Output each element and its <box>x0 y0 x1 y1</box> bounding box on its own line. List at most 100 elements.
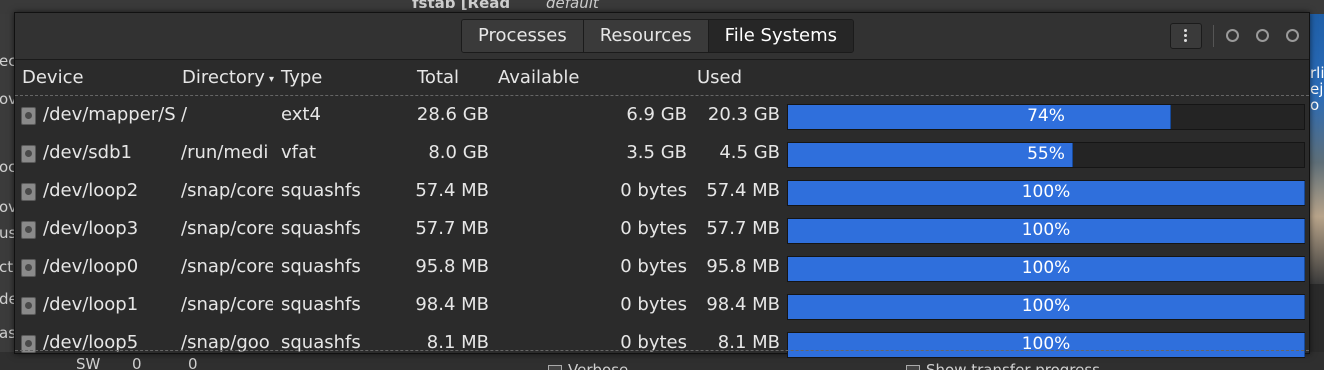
tab-file-systems[interactable]: File Systems <box>708 20 854 52</box>
background-text-fragment: us <box>0 224 15 242</box>
type-cell: squashfs <box>281 180 361 201</box>
menu-dot-icon <box>1184 29 1187 32</box>
drive-icon <box>21 259 36 277</box>
close-icon[interactable] <box>1286 29 1299 42</box>
background-text-fragment: de <box>0 290 15 308</box>
directory-cell: /snap/core <box>181 180 273 201</box>
column-header-directory[interactable]: Directory <box>182 67 265 88</box>
directory-cell: /snap/core <box>181 256 273 277</box>
drive-icon <box>21 297 36 315</box>
usage-percent-label: 100% <box>1021 296 1071 316</box>
list-bottom-divider <box>15 350 1309 351</box>
maximize-icon[interactable] <box>1256 29 1269 42</box>
drive-icon <box>21 183 36 201</box>
usage-percent-label: 74% <box>1027 106 1065 126</box>
sort-indicator-icon: ▾ <box>269 74 275 85</box>
type-cell: ext4 <box>281 104 321 125</box>
background-text-fragment: ov <box>0 90 15 108</box>
column-header-type[interactable]: Type <box>281 67 322 88</box>
used-cell: 4.5 GB <box>719 142 780 163</box>
menu-dot-icon <box>1184 39 1187 42</box>
background-text-fragment: oc <box>0 158 15 176</box>
directory-cell: /snap/core <box>181 218 273 239</box>
drive-icon <box>21 145 36 163</box>
total-cell: 98.4 MB <box>415 294 489 315</box>
type-cell: vfat <box>281 142 317 163</box>
used-cell: 20.3 GB <box>707 104 780 125</box>
available-cell: 0 bytes <box>620 180 687 201</box>
usage-bar: 100% <box>787 256 1305 282</box>
table-row[interactable]: /dev/sdb1 /run/medi vfat 8.0 GB 3.5 GB 4… <box>15 135 1309 173</box>
available-cell: 6.9 GB <box>626 104 687 125</box>
column-header-total[interactable]: Total <box>417 67 459 88</box>
usage-percent-label: 100% <box>1021 334 1071 354</box>
device-cell: /dev/sdb1 <box>43 142 132 163</box>
background-right-window: rli eja o <box>1309 14 1324 284</box>
usage-percent-label: 100% <box>1021 220 1071 240</box>
tab-processes[interactable]: Processes <box>462 20 584 52</box>
system-monitor-window: Processes Resources File Systems Device … <box>14 12 1310 358</box>
usage-bar: 74% <box>787 104 1305 130</box>
usage-percent-label: 55% <box>1027 144 1065 164</box>
menu-button[interactable] <box>1170 23 1202 49</box>
view-switcher: Processes Resources File Systems <box>461 19 855 53</box>
used-cell: 57.4 MB <box>706 180 780 201</box>
directory-cell: /snap/core <box>181 294 273 315</box>
minimize-icon[interactable] <box>1226 29 1239 42</box>
column-header-used[interactable]: Used <box>697 67 742 88</box>
type-cell: squashfs <box>281 218 361 239</box>
available-cell: 3.5 GB <box>626 142 687 163</box>
table-row[interactable]: /dev/loop3 /snap/core squashfs 57.7 MB 0… <box>15 211 1309 249</box>
background-text-fragment: o <box>1310 96 1320 114</box>
background-text-fragment: ct <box>0 258 14 276</box>
table-row[interactable]: /dev/mapper/S / ext4 28.6 GB 6.9 GB 20.3… <box>15 97 1309 135</box>
available-cell: 0 bytes <box>620 294 687 315</box>
usage-bar: 100% <box>787 218 1305 244</box>
total-cell: 57.7 MB <box>415 218 489 239</box>
used-cell: 57.7 MB <box>706 218 780 239</box>
header-divider <box>15 95 1309 96</box>
table-header: Device Directory ▾ Type Total Available … <box>15 60 1309 94</box>
total-cell: 8.0 GB <box>428 142 489 163</box>
usage-bar: 100% <box>787 294 1305 320</box>
header-bar: Processes Resources File Systems <box>15 13 1309 60</box>
drive-icon <box>21 221 36 239</box>
type-cell: squashfs <box>281 256 361 277</box>
background-left-window: ec ov oc ov us ct de as <box>0 14 15 370</box>
usage-bar: 100% <box>787 332 1305 358</box>
file-system-list: /dev/mapper/S / ext4 28.6 GB 6.9 GB 20.3… <box>15 97 1309 363</box>
device-cell: /dev/loop0 <box>43 256 139 277</box>
drive-icon <box>21 107 36 125</box>
show-progress-checkbox[interactable] <box>906 365 920 370</box>
used-cell: 98.4 MB <box>706 294 780 315</box>
header-separator <box>1213 25 1214 47</box>
device-cell: /dev/loop2 <box>43 180 139 201</box>
directory-cell: /run/medi <box>181 142 269 163</box>
table-row[interactable]: /dev/loop2 /snap/core squashfs 57.4 MB 0… <box>15 173 1309 211</box>
device-cell: /dev/loop3 <box>43 218 139 239</box>
tab-resources[interactable]: Resources <box>583 20 709 52</box>
usage-percent-label: 100% <box>1021 182 1071 202</box>
background-text-fragment: ov <box>0 198 15 216</box>
column-header-available[interactable]: Available <box>498 67 579 88</box>
table-row[interactable]: /dev/loop5 /snap/goo squashfs 8.1 MB 0 b… <box>15 325 1309 363</box>
total-cell: 95.8 MB <box>415 256 489 277</box>
table-row[interactable]: /dev/loop1 /snap/core squashfs 98.4 MB 0… <box>15 287 1309 325</box>
usage-bar: 55% <box>787 142 1305 168</box>
total-cell: 57.4 MB <box>415 180 489 201</box>
usage-bar: 100% <box>787 180 1305 206</box>
device-cell: /dev/loop1 <box>43 294 139 315</box>
background-window-title: fstab [Read <box>412 0 511 12</box>
usage-percent-label: 100% <box>1021 258 1071 278</box>
background-combo-text: default <box>546 0 599 12</box>
background-text-fragment: ec <box>0 52 15 70</box>
used-cell: 95.8 MB <box>706 256 780 277</box>
type-cell: squashfs <box>281 294 361 315</box>
background-text-fragment: as <box>0 324 15 342</box>
device-cell: /dev/mapper/S <box>43 104 175 125</box>
menu-dot-icon <box>1184 34 1187 37</box>
column-header-device[interactable]: Device <box>22 67 84 88</box>
total-cell: 28.6 GB <box>416 104 489 125</box>
table-row[interactable]: /dev/loop0 /snap/core squashfs 95.8 MB 0… <box>15 249 1309 287</box>
verbose-checkbox[interactable] <box>548 365 562 370</box>
